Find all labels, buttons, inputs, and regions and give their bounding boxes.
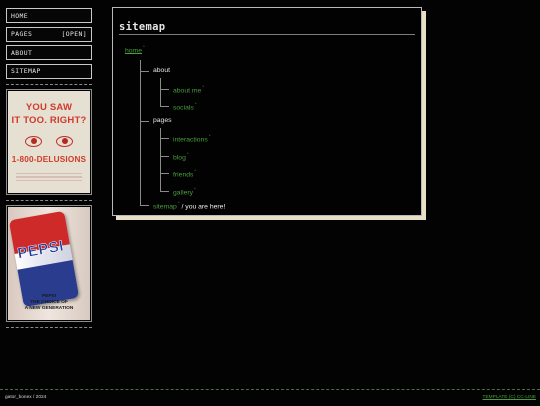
footer-template-link[interactable]: TEMPLATE (C) CC-LINE	[483, 395, 536, 400]
pepsi-can-image: PEPSI	[8, 210, 80, 307]
tree-line	[160, 106, 169, 107]
tree-line	[160, 138, 169, 139]
poster-line-1: YOU SAW	[25, 101, 73, 113]
sitemap-link-home[interactable]: home°	[125, 45, 145, 54]
sitemap-section-about: about	[153, 67, 171, 74]
nav-sitemap-label: SITEMAP	[11, 67, 41, 75]
nav-about-button[interactable]: ABOUT	[6, 45, 92, 60]
poster-phone: 1-800-DELUSIONS	[11, 154, 87, 164]
tree-line	[160, 89, 169, 90]
current-page-marker: / you are here!	[181, 203, 226, 211]
tree-line	[160, 156, 169, 157]
nav-pages-open-badge: [OPEN]	[61, 30, 87, 38]
tree-line	[140, 121, 149, 122]
sitemap-link-about-me[interactable]: about me°	[173, 85, 204, 94]
tree-line	[140, 205, 149, 206]
pepsi-ad[interactable]: PEPSI PEPSI THE CHOICE OF A NEW GENERATI…	[6, 204, 92, 322]
tree-line	[140, 60, 141, 205]
tree-line	[160, 173, 169, 174]
nav-pages-label: PAGES	[11, 30, 33, 38]
sidebar-divider	[6, 199, 92, 201]
tree-line	[160, 191, 169, 192]
sidebar-divider	[6, 83, 92, 85]
nav-home-label: HOME	[11, 11, 28, 20]
eye-icon	[56, 135, 73, 147]
sitemap-section-pages: pages	[153, 117, 172, 124]
sitemap-link-socials[interactable]: socials°	[173, 102, 197, 111]
poster-line-2: IT TOO. RIGHT?	[11, 114, 87, 126]
sitemap-link-blog[interactable]: blog°	[173, 152, 189, 161]
sidebar: HOME PAGES [OPEN] ABOUT SITEMAP YOU SAW …	[6, 8, 92, 330]
sitemap-panel: sitemap home° about about me° socials° p…	[112, 7, 422, 216]
pepsi-poster: PEPSI PEPSI THE CHOICE OF A NEW GENERATI…	[8, 206, 90, 320]
footer-credit: gator_bonex / 2024	[5, 395, 47, 400]
delusions-poster: YOU SAW IT TOO. RIGHT? 1-800-DELUSIONS	[8, 90, 90, 193]
sitemap-tree: home° about about me° socials° pages int…	[113, 8, 421, 215]
pepsi-tagline: PEPSI THE CHOICE OF A NEW GENERATION	[24, 293, 74, 311]
sitemap-link-friends[interactable]: friends°	[173, 169, 196, 178]
sitemap-link-interactions[interactable]: interactions°	[173, 134, 211, 143]
sitemap-link-sitemap[interactable]: sitemap° / you are here!	[153, 201, 225, 210]
tree-line	[140, 71, 149, 72]
poster-eyes	[8, 135, 90, 147]
sitemap-link-gallery[interactable]: gallery°	[173, 187, 196, 196]
nav-pages-button[interactable]: PAGES [OPEN]	[6, 26, 92, 42]
nav-home-button[interactable]: HOME	[6, 8, 92, 23]
nav-about-label: ABOUT	[11, 48, 33, 57]
footer: gator_bonex / 2024 TEMPLATE (C) CC-LINE	[0, 389, 540, 406]
nav-sitemap-button[interactable]: SITEMAP	[6, 63, 92, 79]
sidebar-divider	[6, 326, 92, 328]
tree-line	[160, 78, 161, 106]
delusions-ad[interactable]: YOU SAW IT TOO. RIGHT? 1-800-DELUSIONS	[6, 88, 92, 195]
poster-fine-print	[16, 172, 82, 181]
eye-icon	[25, 135, 42, 147]
